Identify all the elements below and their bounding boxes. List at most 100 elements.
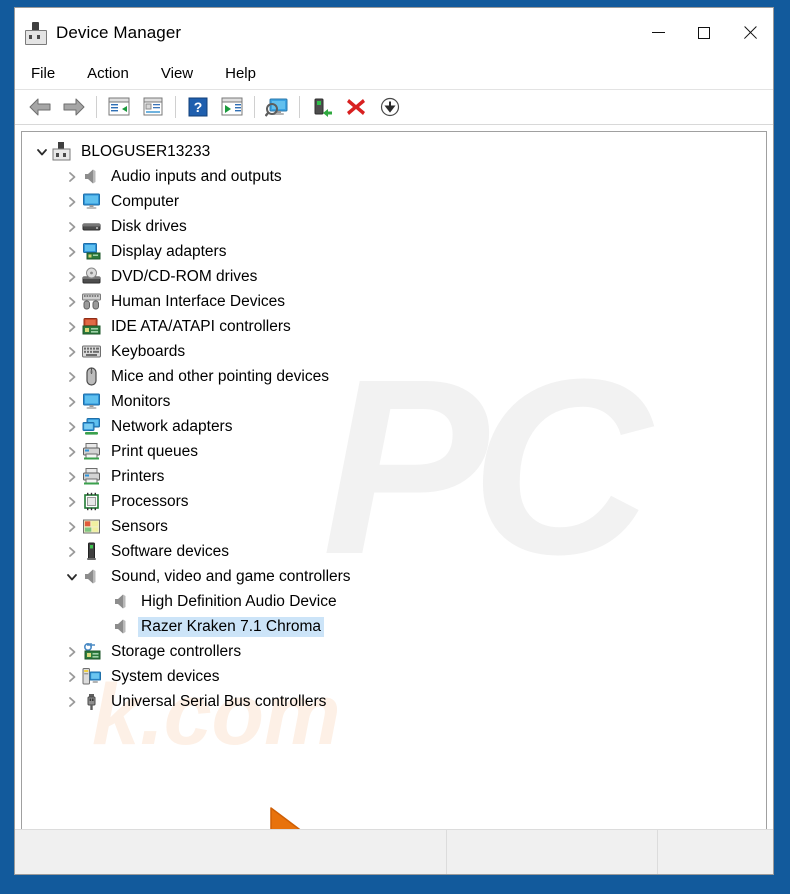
chevron-right-icon[interactable]: [63, 339, 81, 364]
tree-item-human-interface-devices[interactable]: Human Interface Devices: [22, 289, 766, 314]
tree-item-disk-drives[interactable]: Disk drives: [22, 214, 766, 239]
tree-item-monitors[interactable]: Monitors: [22, 389, 766, 414]
chevron-right-icon[interactable]: [63, 439, 81, 464]
menu-help[interactable]: Help: [223, 63, 258, 84]
optical-drive-icon: [81, 264, 101, 289]
chevron-right-icon[interactable]: [63, 489, 81, 514]
show-hide-console-tree-button[interactable]: [102, 92, 136, 122]
title-bar[interactable]: Device Manager: [15, 8, 773, 57]
status-bar: [15, 829, 773, 874]
help-button[interactable]: ?: [181, 92, 215, 122]
tree-item-label: Network adapters: [111, 417, 233, 435]
tree-item-label: Printers: [111, 467, 165, 485]
close-icon: [743, 26, 757, 40]
tree-item-dvd-cd-rom-drives[interactable]: DVD/CD-ROM drives: [22, 264, 766, 289]
processor-icon: [81, 489, 101, 514]
tree-item-ide-ata-atapi-controllers[interactable]: IDE ATA/ATAPI controllers: [22, 314, 766, 339]
device-manager-window: Device Manager File Action View Help ? P…: [14, 7, 774, 875]
system-device-icon: [81, 664, 101, 689]
tree-item-sensors[interactable]: Sensors: [22, 514, 766, 539]
tree-item-network-adapters[interactable]: Network adapters: [22, 414, 766, 439]
menu-view[interactable]: View: [159, 63, 195, 84]
enable-device-icon: [314, 98, 332, 117]
monitor-icon: [81, 389, 101, 414]
software-device-icon: [81, 539, 101, 564]
chevron-right-icon[interactable]: [63, 364, 81, 389]
tree-item-computer[interactable]: Computer: [22, 189, 766, 214]
tree-item-label: Sensors: [111, 517, 168, 535]
monitor-icon: [81, 189, 101, 214]
chevron-right-icon[interactable]: [63, 214, 81, 239]
chevron-right-icon[interactable]: [63, 264, 81, 289]
tree-item-label: Razer Kraken 7.1 Chroma: [138, 616, 325, 637]
console-tree-icon: [108, 97, 130, 116]
chevron-down-icon[interactable]: [63, 564, 81, 589]
usb-icon: [81, 689, 101, 714]
tree-item-label: DVD/CD-ROM drives: [111, 267, 258, 285]
minimize-button[interactable]: [635, 8, 681, 57]
chevron-right-icon[interactable]: [63, 664, 81, 689]
forward-button[interactable]: [57, 92, 91, 122]
tree-item-system-devices[interactable]: System devices: [22, 664, 766, 689]
tree-item-label: System devices: [111, 667, 220, 685]
maximize-button[interactable]: [681, 8, 727, 57]
chevron-down-icon[interactable]: [33, 139, 51, 164]
tree-item-universal-serial-bus-controllers[interactable]: Universal Serial Bus controllers: [22, 689, 766, 714]
chevron-right-icon[interactable]: [63, 414, 81, 439]
tree-item-mice-and-other-pointing-devices[interactable]: Mice and other pointing devices: [22, 364, 766, 389]
tree-item-label: Print queues: [111, 442, 199, 460]
status-pane-1: [15, 830, 447, 874]
tree-item-label: Storage controllers: [111, 642, 242, 660]
tree-item-processors[interactable]: Processors: [22, 489, 766, 514]
tree-item-label: IDE ATA/ATAPI controllers: [111, 317, 291, 335]
tree-item-label: Universal Serial Bus controllers: [111, 692, 327, 710]
tree-item-audio-inputs-and-outputs[interactable]: Audio inputs and outputs: [22, 164, 766, 189]
close-button[interactable]: [727, 8, 773, 57]
svg-text:?: ?: [194, 99, 203, 115]
device-manager-plug-icon: [24, 21, 47, 45]
speaker-icon: [81, 164, 101, 189]
toolbar-separator: [299, 96, 300, 118]
chevron-right-icon[interactable]: [63, 639, 81, 664]
chevron-right-icon[interactable]: [63, 314, 81, 339]
update-driver-button[interactable]: [215, 92, 249, 122]
toolbar: ?: [15, 89, 773, 125]
properties-icon: [143, 97, 163, 116]
chevron-right-icon[interactable]: [63, 189, 81, 214]
tree-item-display-adapters[interactable]: Display adapters: [22, 239, 766, 264]
status-pane-3: [658, 830, 773, 874]
tree-item-printers[interactable]: Printers: [22, 464, 766, 489]
properties-button[interactable]: [136, 92, 170, 122]
tree-item-label: BLOGUSER13233: [81, 142, 211, 160]
chevron-right-icon[interactable]: [63, 289, 81, 314]
chevron-right-icon[interactable]: [63, 539, 81, 564]
update-driver-icon: [221, 97, 243, 116]
tree-item-label: Display adapters: [111, 242, 227, 260]
tree-item-keyboards[interactable]: Keyboards: [22, 339, 766, 364]
tree-item-software-devices[interactable]: Software devices: [22, 539, 766, 564]
tree-item-high-definition-audio-device[interactable]: High Definition Audio Device: [22, 589, 766, 614]
tree-item-razer-kraken-7-1-chroma[interactable]: Razer Kraken 7.1 Chroma: [22, 614, 766, 639]
tree-item-label: Computer: [111, 192, 180, 210]
arrow-right-icon: [63, 98, 85, 116]
scan-for-hardware-changes-button[interactable]: [260, 92, 294, 122]
tree-item-sound-video-and-game-controllers[interactable]: Sound, video and game controllers: [22, 564, 766, 589]
chevron-right-icon[interactable]: [63, 164, 81, 189]
chevron-right-icon[interactable]: [63, 239, 81, 264]
tree-item-label: High Definition Audio Device: [141, 592, 337, 610]
chevron-right-icon[interactable]: [63, 514, 81, 539]
back-button[interactable]: [23, 92, 57, 122]
tree-item-storage-controllers[interactable]: Storage controllers: [22, 639, 766, 664]
device-tree-panel[interactable]: PC k.com BLOGUSER13233 Audio inputs and …: [21, 131, 767, 829]
menu-action[interactable]: Action: [85, 63, 131, 84]
chevron-right-icon[interactable]: [63, 689, 81, 714]
chevron-right-icon[interactable]: [63, 389, 81, 414]
uninstall-device-button[interactable]: [339, 92, 373, 122]
chevron-right-icon[interactable]: [63, 464, 81, 489]
enable-device-button[interactable]: [305, 92, 339, 122]
add-legacy-hardware-button[interactable]: [373, 92, 407, 122]
menu-file[interactable]: File: [29, 63, 57, 84]
tree-item-print-queues[interactable]: Print queues: [22, 439, 766, 464]
tree-root-item[interactable]: BLOGUSER13233: [22, 139, 766, 164]
